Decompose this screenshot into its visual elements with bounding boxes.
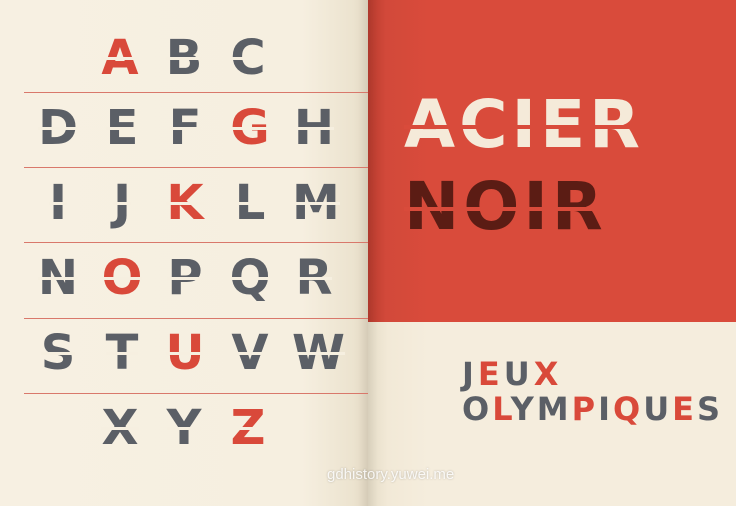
- subtitle-letter: Y: [510, 390, 537, 428]
- letter-glyph: H: [293, 100, 335, 156]
- letter-w: W: [292, 328, 345, 378]
- letter-d: D: [36, 103, 80, 153]
- letter-k: K: [163, 178, 207, 228]
- subtitle-letter: E: [477, 355, 504, 393]
- letter-s: S: [36, 328, 80, 378]
- letter-x: X: [98, 403, 142, 453]
- letter-glyph: J: [113, 175, 131, 231]
- letter-t: T: [100, 328, 144, 378]
- letter-n: N: [36, 253, 80, 303]
- letter-e: E: [100, 103, 144, 153]
- book-gutter: [358, 0, 378, 506]
- letter-glyph: M: [292, 175, 340, 231]
- letter-glyph: C: [230, 30, 266, 86]
- letter-z: Z: [226, 403, 270, 453]
- letter-glyph: V: [231, 325, 269, 381]
- letter-f: F: [163, 103, 207, 153]
- letter-glyph: L: [234, 175, 266, 231]
- watermark: gdhistory.yuwei.me: [327, 466, 455, 483]
- letter-m: M: [292, 178, 340, 228]
- letter-glyph: I: [49, 175, 67, 231]
- title-noir: NOIR: [404, 168, 607, 245]
- letter-glyph: T: [105, 325, 139, 381]
- letter-y: Y: [162, 403, 206, 453]
- row-divider: [24, 393, 368, 394]
- subtitle-letter: P: [571, 390, 599, 428]
- letter-glyph: D: [38, 100, 78, 156]
- letter-glyph: R: [295, 250, 333, 306]
- letter-q: Q: [228, 253, 272, 303]
- row-divider: [24, 318, 368, 319]
- subtitle-letter: I: [598, 390, 613, 428]
- subtitle-letter: L: [492, 390, 511, 428]
- subtitle-letter: J: [462, 355, 478, 393]
- subtitle-letter: O: [462, 390, 493, 428]
- subtitle-letter: X: [533, 355, 563, 393]
- subtitle-letter: U: [643, 390, 673, 428]
- letter-glyph: K: [166, 175, 204, 231]
- letter-i: I: [36, 178, 80, 228]
- subtitle-letter: E: [672, 390, 698, 428]
- letter-l: L: [228, 178, 272, 228]
- subtitle-letter: M: [536, 390, 572, 428]
- letter-glyph: Y: [166, 400, 202, 456]
- row-divider: [24, 242, 368, 243]
- letter-glyph: W: [292, 325, 345, 381]
- letter-p: P: [163, 253, 207, 303]
- letter-glyph: Z: [230, 400, 266, 456]
- letter-glyph: P: [167, 250, 203, 306]
- letter-u: U: [163, 328, 207, 378]
- letter-g: G: [228, 103, 272, 153]
- letter-glyph: U: [165, 325, 205, 381]
- letter-glyph: E: [105, 100, 139, 156]
- letter-b: B: [162, 33, 206, 83]
- letter-o: O: [100, 253, 144, 303]
- subtitle-letter: S: [697, 390, 724, 428]
- row-divider: [24, 92, 368, 93]
- letter-glyph: X: [101, 400, 139, 456]
- letter-glyph: N: [37, 250, 79, 306]
- subtitle-letter: Q: [612, 390, 644, 428]
- letter-a: A: [98, 33, 142, 83]
- title-acier: ACIER: [404, 86, 644, 163]
- letter-glyph: F: [168, 100, 202, 156]
- letter-glyph: B: [165, 30, 203, 86]
- letter-h: H: [292, 103, 336, 153]
- letter-glyph: G: [230, 100, 271, 156]
- letter-r: R: [292, 253, 336, 303]
- letter-glyph: A: [101, 30, 139, 86]
- letter-c: C: [226, 33, 270, 83]
- letter-glyph: S: [40, 325, 76, 381]
- letter-j: J: [100, 178, 144, 228]
- letter-glyph: O: [101, 250, 143, 306]
- subtitle-jeux: JEUX: [462, 355, 562, 393]
- letter-glyph: Q: [229, 250, 271, 306]
- subtitle-olympiques: OLYMPIQUES: [462, 390, 723, 428]
- row-divider: [24, 167, 368, 168]
- subtitle-letter: U: [503, 355, 534, 393]
- letter-v: V: [228, 328, 272, 378]
